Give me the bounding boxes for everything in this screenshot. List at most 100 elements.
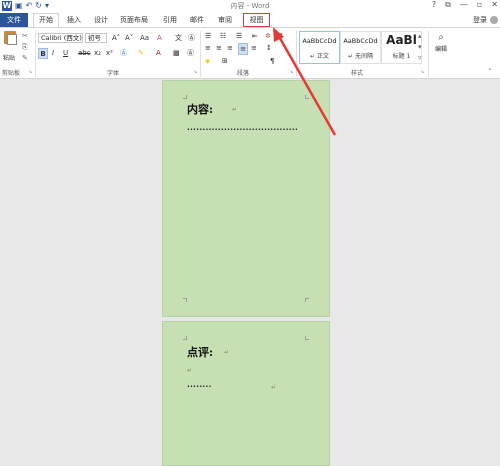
login-link[interactable]: 登录: [473, 15, 487, 25]
align-right-icon[interactable]: ≡: [227, 43, 233, 53]
phonetic-guide-icon[interactable]: 文: [175, 33, 182, 43]
style-name: 标题 1: [392, 53, 411, 60]
page-1[interactable]: 内容: ↵ ··································…: [162, 80, 330, 317]
close-icon[interactable]: ✕: [491, 0, 498, 10]
font-size-select[interactable]: 初号: [85, 33, 107, 43]
char-shading-icon[interactable]: ▩: [173, 48, 180, 58]
paragraph-mark-icon: ↵: [271, 384, 277, 391]
crop-mark: [305, 95, 309, 99]
tab-design[interactable]: 设计: [94, 15, 108, 25]
minimize-icon[interactable]: —: [460, 0, 468, 10]
italic-button[interactable]: I: [52, 48, 54, 58]
enclose-char-icon[interactable]: Ⓐ: [188, 33, 195, 43]
char-border-icon[interactable]: Ⓐ: [187, 48, 194, 58]
group-label-styles: 样式: [351, 70, 364, 77]
line-spacing-icon[interactable]: ↕: [266, 43, 272, 53]
paragraph-mark-icon: ↵: [187, 367, 193, 374]
tab-references[interactable]: 引用: [163, 15, 177, 25]
crop-mark: [305, 298, 309, 302]
paste-button[interactable]: 粘贴: [2, 31, 18, 62]
style-normal[interactable]: AaBbCcDd ↵ 正文: [299, 31, 340, 64]
page-2-dots: ········: [187, 381, 212, 391]
borders-icon[interactable]: ⊞: [222, 56, 228, 66]
shading-icon[interactable]: ◈: [205, 56, 210, 66]
editing-label: 编辑: [434, 46, 447, 53]
cut-icon[interactable]: ✂: [22, 32, 28, 40]
style-preview: AaBbCcDd: [343, 37, 378, 45]
decrease-indent-icon[interactable]: ⇤: [252, 31, 258, 41]
styles-scroll-down-icon[interactable]: ▾: [418, 43, 422, 51]
chinese-layout-icon[interactable]: ✲: [265, 31, 271, 41]
underline-button[interactable]: U: [63, 48, 68, 58]
editing-button[interactable]: ⌕ 编辑: [431, 32, 451, 53]
tab-review[interactable]: 审阅: [218, 15, 232, 25]
tab-page-layout[interactable]: 页面布局: [120, 15, 148, 25]
page-2[interactable]: 点评: ↵ ↵ ········ ↵: [162, 321, 330, 466]
sort-icon[interactable]: ⇅: [278, 31, 284, 41]
superscript-button[interactable]: x²: [106, 48, 113, 58]
divider: [200, 31, 201, 77]
styles-launcher-icon[interactable]: ↘: [420, 69, 424, 75]
style-name: ↵ 无间隔: [348, 53, 373, 60]
page-1-heading: 内容:: [187, 103, 214, 116]
grow-font-button[interactable]: A˄: [112, 33, 120, 43]
ribbon-tabs: 文件 开始 插入 设计 页面布局 引用 邮件 审阅 视图 登录: [0, 13, 500, 27]
crop-mark: [305, 336, 309, 340]
subscript-button[interactable]: x₂: [94, 48, 101, 58]
document-title: 内容 - Word: [230, 2, 270, 10]
clear-formatting-button[interactable]: A: [157, 33, 162, 43]
bullets-icon[interactable]: ☰: [205, 31, 211, 41]
divider: [428, 31, 429, 77]
style-no-spacing[interactable]: AaBbCcDd ↵ 无间隔: [340, 31, 381, 64]
collapse-ribbon-icon[interactable]: ˄: [488, 68, 492, 76]
window-controls: ? ⧉ — ▫ ✕: [432, 0, 498, 10]
align-center-icon[interactable]: ≡: [216, 43, 222, 53]
tab-insert[interactable]: 插入: [67, 15, 81, 25]
style-heading-1[interactable]: AaBl 标题 1: [381, 31, 422, 64]
highlight-icon[interactable]: ✎: [138, 48, 144, 58]
strikethrough-button[interactable]: abc: [78, 48, 91, 58]
divider: [296, 31, 297, 77]
crop-mark: [183, 298, 187, 302]
font-name-select[interactable]: Calibri (西文): [38, 33, 83, 43]
align-left-icon[interactable]: ≡: [205, 43, 211, 53]
justify-icon[interactable]: ≡: [238, 43, 248, 55]
group-label-clipboard: 剪贴板: [2, 70, 21, 77]
distribute-icon[interactable]: ≡: [251, 43, 257, 53]
styles-more-icon[interactable]: ▿: [418, 54, 422, 62]
tab-home[interactable]: 开始: [33, 13, 59, 27]
clipboard-launcher-icon[interactable]: ↘: [28, 69, 32, 75]
feedback-icon[interactable]: [490, 16, 498, 24]
show-marks-icon[interactable]: ¶: [270, 56, 274, 66]
page-1-dots: ······································: [187, 124, 297, 134]
tab-file[interactable]: 文件: [0, 13, 28, 27]
multilevel-list-icon[interactable]: ☰: [236, 31, 242, 41]
styles-scroll-up-icon[interactable]: ▴: [418, 32, 422, 40]
ribbon-display-icon[interactable]: ⧉: [445, 0, 451, 10]
tab-view[interactable]: 视图: [243, 13, 270, 27]
bold-button[interactable]: B: [38, 48, 48, 59]
font-launcher-icon[interactable]: ↘: [193, 69, 197, 75]
ribbon: 粘贴 ✂ ⎘ ✎ 剪贴板 ↘ Calibri (西文) 初号 A˄ A˅ Aa …: [0, 27, 500, 79]
help-icon[interactable]: ?: [432, 0, 436, 10]
change-case-button[interactable]: Aa: [140, 33, 149, 43]
page-2-heading: 点评:: [187, 346, 214, 359]
font-color-icon[interactable]: A: [156, 48, 161, 58]
document-area[interactable]: 内容: ↵ ··································…: [0, 80, 500, 466]
title-bar: W ▣ ↶ ↻ ▾ 内容 - Word ? ⧉ — ▫ ✕: [0, 0, 500, 13]
divider: [35, 31, 36, 77]
group-label-paragraph: 段落: [237, 70, 250, 77]
copy-icon[interactable]: ⎘: [22, 43, 28, 51]
tab-mailings[interactable]: 邮件: [190, 15, 204, 25]
shrink-font-button[interactable]: A˅: [125, 33, 133, 43]
binoculars-icon: ⌕: [438, 32, 444, 43]
numbering-icon[interactable]: ☷: [220, 31, 226, 41]
maximize-icon[interactable]: ▫: [477, 0, 482, 10]
text-effects-icon[interactable]: Ⓐ: [120, 48, 127, 58]
crop-mark: [183, 336, 187, 340]
paragraph-launcher-icon[interactable]: ↘: [289, 69, 293, 75]
format-painter-icon[interactable]: ✎: [22, 54, 28, 62]
crop-mark: [183, 95, 187, 99]
group-label-font: 字体: [107, 70, 120, 77]
style-name: ↵ 正文: [310, 53, 329, 60]
